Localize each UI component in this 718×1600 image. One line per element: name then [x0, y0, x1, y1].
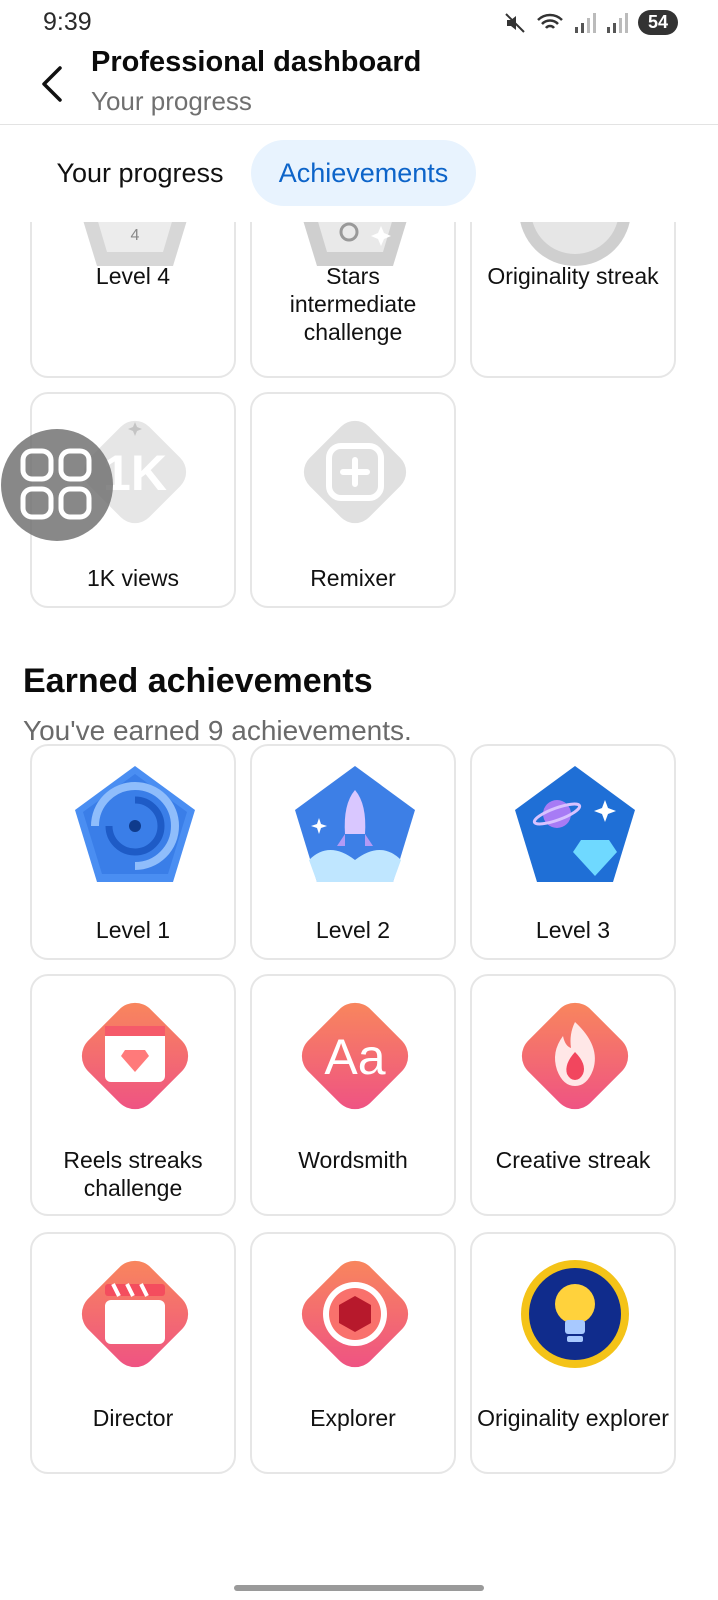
text-badge-icon: Aa: [301, 1002, 409, 1110]
achievement-label: Level 1: [95, 917, 171, 943]
achievement-label: Level 2: [315, 917, 391, 943]
app-header: Professional dashboard Your progress: [0, 46, 718, 125]
page-subtitle: Your progress: [91, 86, 252, 116]
achievement-label: Explorer: [310, 1405, 396, 1431]
achievement-card-level-2[interactable]: Level 2: [250, 744, 456, 960]
achievement-card-originality-explorer[interactable]: Originality explorer: [470, 1232, 676, 1474]
achievement-card-level-3[interactable]: Level 3: [470, 744, 676, 960]
back-arrow-icon[interactable]: [34, 64, 70, 104]
tab-achievements[interactable]: Achievements: [251, 140, 476, 206]
achievement-card-originality-streak[interactable]: Originality streak: [470, 222, 676, 378]
rocket-badge-icon: [295, 766, 415, 882]
planet-gem-badge-icon: [515, 766, 635, 882]
reels-diamond-badge-icon: [81, 1002, 189, 1110]
floating-menu-button[interactable]: [1, 429, 113, 541]
achievement-card-level-1[interactable]: Level 1: [30, 744, 236, 960]
level-4-number: 4: [131, 227, 140, 244]
earned-section-title: Earned achievements: [23, 662, 373, 700]
signal-icon-2: [606, 12, 628, 33]
grid-icon: [20, 448, 92, 520]
aa-badge-text: Aa: [324, 1029, 385, 1085]
status-time: 9:39: [43, 8, 92, 36]
signal-icon: [574, 12, 596, 33]
page-title: Professional dashboard: [91, 46, 422, 78]
flame-badge-icon: [521, 1002, 629, 1110]
lightbulb-badge-icon: [521, 1260, 629, 1368]
clapperboard-badge-icon: [81, 1260, 189, 1368]
earned-section-subtitle: You've earned 9 achievements.: [23, 715, 412, 746]
achievement-label: 1K views: [86, 565, 180, 591]
achievement-card-stars[interactable]: Stars intermediate challenge: [250, 222, 456, 378]
achievement-card-wordsmith[interactable]: Aa Wordsmith: [250, 974, 456, 1216]
battery-badge: 54: [637, 10, 678, 35]
achievement-label: Originality explorer: [477, 1405, 669, 1431]
achievement-label: Originality streak: [487, 263, 659, 289]
mute-icon: [505, 12, 525, 33]
achievement-label: Level 3: [535, 917, 611, 943]
achievement-card-creative-streak[interactable]: Creative streak: [470, 974, 676, 1216]
achievement-label: Reels streaks challenge: [63, 1147, 203, 1201]
achievement-label: Remixer: [310, 565, 396, 591]
achievement-label: Creative streak: [495, 1147, 651, 1173]
achievement-card-explorer[interactable]: Explorer: [250, 1232, 456, 1474]
achievement-card-director[interactable]: Director: [30, 1232, 236, 1474]
remixer-badge-icon: [303, 420, 407, 524]
achievement-label: Stars intermediate challenge: [289, 263, 417, 345]
home-indicator[interactable]: [234, 1585, 484, 1591]
status-bar: 9:39 54: [0, 0, 718, 46]
achievement-card-remixer[interactable]: Remixer: [250, 392, 456, 608]
achievement-label: Wordsmith: [298, 1147, 408, 1173]
tab-your-progress[interactable]: Your progress: [30, 140, 250, 206]
wifi-icon: [537, 13, 563, 29]
achievement-label: Level 4: [95, 263, 171, 289]
achievement-label: Director: [92, 1405, 174, 1431]
status-icons: 54: [504, 10, 678, 35]
aperture-badge-icon: [301, 1260, 409, 1368]
achievement-card-level-4[interactable]: 4 Level 4: [30, 222, 236, 378]
achievement-card-reels-streaks[interactable]: Reels streaks challenge: [30, 974, 236, 1216]
galaxy-badge-icon: [75, 766, 195, 882]
